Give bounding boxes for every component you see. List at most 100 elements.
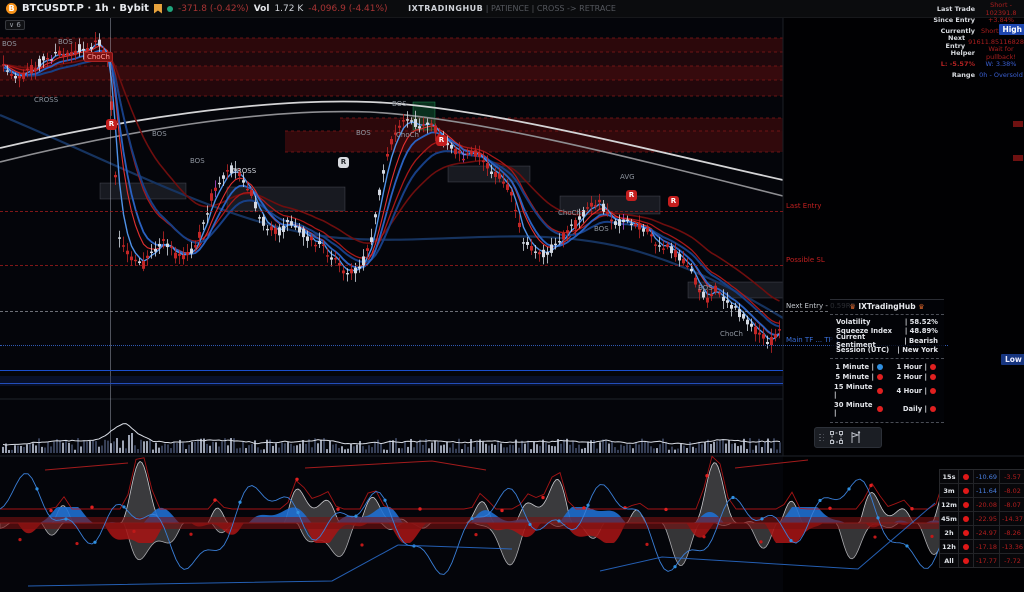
interval-dropdown[interactable]: ∨ 6: [5, 20, 25, 30]
crown-icon: ♛: [918, 303, 924, 311]
hub-timeframe-label: Daily |: [903, 405, 927, 413]
table-row[interactable]: 3m-11.64-8.02: [940, 484, 1024, 498]
structure-label-choch: ChoCh: [396, 131, 419, 139]
red-dot-icon: [963, 516, 969, 522]
info-row-label: Next Entry: [933, 34, 968, 50]
value1-cell: -22.95: [974, 512, 1000, 525]
retrace-marker: R: [626, 190, 637, 201]
red-dot-icon: [930, 388, 936, 394]
hub-stat-value: | New York: [897, 346, 938, 354]
value1-cell: -20.08: [974, 498, 1000, 511]
structure-label-choch: ChoCh: [558, 209, 581, 217]
structure-label-bos: BOS: [356, 129, 371, 137]
red-dot-icon: [930, 374, 936, 380]
value1-cell: -11.64: [974, 484, 1000, 497]
flag-mark-icon[interactable]: [848, 430, 862, 445]
table-row[interactable]: 2h -24.97-8.26: [940, 526, 1024, 540]
hub-timeframe-cell: 30 Minute |: [834, 401, 887, 417]
retrace-marker: R: [106, 119, 117, 130]
structure-label-avg: AVG: [620, 173, 635, 181]
red-dot-icon: [963, 502, 969, 508]
tradinghub-panel: ♛ IXTradingHub ♛ Volatility| 58.52%Squee…: [830, 299, 944, 423]
drawing-toolbar: [814, 427, 882, 448]
watermark-header: IXTRADINGHUB | PATIENCE | CROSS -> RETRA…: [0, 4, 1024, 13]
info-row-value: Wait for pullback!: [978, 45, 1024, 61]
structure-label-bos: BOS: [58, 38, 73, 46]
value1-cell: -17.18: [974, 540, 1000, 553]
hub-stat-row: Session (UTC)| New York: [830, 346, 944, 356]
info-row-value: +3.84%: [978, 16, 1024, 24]
hub-timeframe-cell: 2 Hour |: [887, 373, 940, 381]
price-level-line[interactable]: [0, 345, 948, 346]
info-row-label: Range: [933, 71, 978, 79]
price-level-line[interactable]: [0, 265, 783, 266]
structure-label-bos: BOS: [152, 130, 167, 138]
table-row[interactable]: 15s-10.69-3.57: [940, 470, 1024, 484]
value1-cell: -24.97: [974, 526, 1000, 539]
hub-stat-label: Session (UTC): [836, 346, 897, 354]
red-dot-icon: [963, 530, 969, 536]
info-row: HelperWait for pullback!: [933, 47, 1024, 58]
timeframe-cell: 12h: [940, 540, 959, 553]
red-dot-icon: [930, 364, 936, 370]
price-tag: [1013, 155, 1023, 161]
value1-cell: -10.69: [974, 470, 1000, 483]
support-line[interactable]: [0, 370, 783, 371]
dot-cell: [959, 498, 974, 511]
drag-handle-icon[interactable]: [819, 434, 825, 442]
red-dot-icon: [963, 474, 969, 480]
range-low-badge: Low: [1001, 354, 1024, 365]
value2-cell: -8.07: [1000, 498, 1024, 511]
value1-cell: -17.77: [974, 554, 1000, 567]
hub-timeframe-cell: 5 Minute |: [834, 373, 887, 381]
table-row[interactable]: 45m -22.95-14.37: [940, 512, 1024, 526]
red-dot-icon: [877, 406, 883, 412]
trading-app: { "toolbar": { "symbol": "BTCUSDT.P · 1h…: [0, 0, 1024, 592]
hub-timeframe-cell: 1 Hour |: [887, 363, 940, 371]
info-row-label: Since Entry: [933, 16, 978, 24]
retrace-marker: R: [338, 157, 349, 168]
marquee-select-icon[interactable]: [829, 430, 844, 445]
hub-stat-value: | 58.52%: [905, 318, 938, 326]
hub-timeframe-label: 2 Hour |: [897, 373, 928, 381]
hub-timeframe-label: 30 Minute |: [834, 401, 874, 417]
brand-tagline: | PATIENCE | CROSS -> RETRACE: [486, 4, 616, 13]
red-dot-icon: [930, 406, 936, 412]
price-level-label: Last Entry: [786, 202, 821, 210]
hub-timeframe-cell: 1 Minute |: [834, 363, 887, 371]
dot-cell: [959, 526, 974, 539]
hub-stat-label: Volatility: [836, 318, 905, 326]
red-dot-icon: [963, 558, 969, 564]
hub-timeframe-label: 15 Minute |: [834, 383, 874, 399]
structure-label-choch: ChoCh: [84, 52, 113, 62]
price-level-label: Possible SL: [786, 256, 825, 264]
value2-cell: -8.26: [1000, 526, 1024, 539]
structure-label-bos: BOS: [2, 40, 17, 48]
hub-timeframe-cell: 4 Hour |: [887, 383, 940, 399]
red-dot-icon: [877, 374, 883, 380]
info-row: L: -5.57%W: 3.38%: [933, 58, 1024, 69]
info-row: Last TradeShort - 102391.8: [933, 3, 1024, 14]
dot-cell: [959, 512, 974, 525]
hub-timeframe-cell: Daily |: [887, 401, 940, 417]
table-row[interactable]: 12h-17.18-13.36: [940, 540, 1024, 554]
timeframe-cell: 2h: [940, 526, 959, 539]
chevron-down-icon: ∨: [9, 21, 14, 29]
timeframe-cell: 45m: [940, 512, 959, 525]
price-level-line[interactable]: [0, 211, 783, 212]
table-row[interactable]: 12m -20.08-8.07: [940, 498, 1024, 512]
structure-label-bos: BOS: [190, 157, 205, 165]
hub-timeframe-cell: 15 Minute |: [834, 383, 887, 399]
red-dot-icon: [963, 544, 969, 550]
timeframe-cell: 3m: [940, 484, 959, 497]
hub-stat-row: Current Sentiment| Bearish: [830, 336, 944, 346]
value2-cell: -14.37: [1000, 512, 1024, 525]
retrace-marker: R: [436, 135, 447, 146]
table-row[interactable]: All-17.77-7.72: [940, 554, 1024, 567]
timeframe-cell: 12m: [940, 498, 959, 511]
price-level-line[interactable]: [0, 311, 828, 312]
info-row-label: L: -5.57%: [933, 60, 978, 68]
price-chart-canvas[interactable]: [0, 0, 1024, 592]
info-row-label: Helper: [933, 49, 978, 57]
hub-timeframe-label: 1 Minute |: [835, 363, 874, 371]
